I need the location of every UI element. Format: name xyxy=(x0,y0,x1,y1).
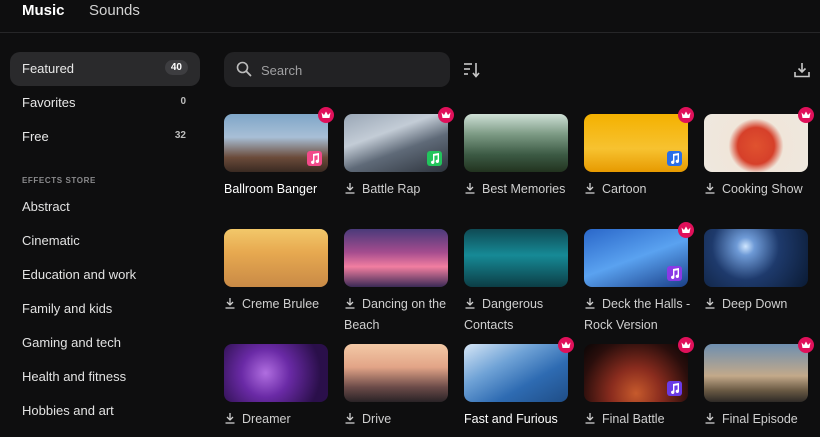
search-box xyxy=(224,52,450,87)
count-badge: 0 xyxy=(180,96,186,107)
track-thumbnail[interactable] xyxy=(704,114,808,172)
track-thumbnail[interactable] xyxy=(584,229,688,287)
track-title: Cooking Show xyxy=(722,182,803,196)
premium-crown-icon xyxy=(438,107,454,123)
premium-crown-icon xyxy=(678,107,694,123)
track-title-row: Deck the Halls - Rock Version xyxy=(584,294,694,336)
track-title: Final Battle xyxy=(602,412,665,426)
music-note-icon xyxy=(427,151,442,166)
top-tab-bar: Music Sounds xyxy=(0,0,820,33)
track-thumbnail[interactable] xyxy=(704,344,808,402)
search-icon xyxy=(236,61,252,77)
download-icon[interactable] xyxy=(344,297,356,309)
track-thumbnail[interactable] xyxy=(584,344,688,402)
track-title: Dreamer xyxy=(242,412,291,426)
track-title-row: Cartoon xyxy=(584,179,724,200)
category-health-and-fitness[interactable]: Health and fitness xyxy=(22,369,126,384)
track-title: Battle Rap xyxy=(362,182,421,196)
music-note-icon xyxy=(667,266,682,281)
premium-crown-icon xyxy=(798,337,814,353)
sidebar-item-label: Favorites xyxy=(22,95,76,110)
track-title-row: Ballroom Banger xyxy=(224,179,364,200)
track-title-row: Final Episode xyxy=(704,409,820,430)
track-title: Best Memories xyxy=(482,182,566,196)
track-thumbnail[interactable] xyxy=(464,114,568,172)
search-input[interactable] xyxy=(261,61,441,79)
premium-crown-icon xyxy=(798,107,814,123)
sidebar-item-label: Free xyxy=(22,129,49,144)
download-icon[interactable] xyxy=(704,412,716,424)
track-thumbnail[interactable] xyxy=(464,344,568,402)
track-title-row: Final Battle xyxy=(584,409,724,430)
category-gaming-and-tech[interactable]: Gaming and tech xyxy=(22,335,121,350)
track-title-row: Fast and Furious xyxy=(464,409,604,430)
track-title-row: Battle Rap xyxy=(344,179,484,200)
download-icon[interactable] xyxy=(704,182,716,194)
track-thumbnail[interactable] xyxy=(344,114,448,172)
track-title: Creme Brulee xyxy=(242,297,320,311)
track-title-row: Drive xyxy=(344,409,484,430)
track-title: Final Episode xyxy=(722,412,798,426)
sidebar-item-label: Featured xyxy=(22,61,75,76)
track-thumbnail[interactable] xyxy=(224,114,328,172)
download-icon[interactable] xyxy=(584,182,596,194)
track-title: Deep Down xyxy=(722,297,788,311)
sidebar-item-featured[interactable]: Featured 40 xyxy=(10,52,200,86)
sidebar-item-favorites[interactable]: Favorites 0 xyxy=(10,86,200,120)
track-title-row: Deep Down xyxy=(704,294,820,315)
music-note-icon xyxy=(667,381,682,396)
track-title-row: Dangerous Contacts xyxy=(464,294,574,336)
track-title: Drive xyxy=(362,412,392,426)
download-icon[interactable] xyxy=(344,412,356,424)
sidebar: Featured 40 Favorites 0 Free 32 EFFECTS … xyxy=(0,34,212,437)
track-thumbnail[interactable] xyxy=(344,229,448,287)
category-abstract[interactable]: Abstract xyxy=(22,199,70,214)
category-education-and-work[interactable]: Education and work xyxy=(22,267,136,282)
track-title: Fast and Furious xyxy=(464,412,558,426)
track-thumbnail[interactable] xyxy=(224,229,328,287)
download-icon[interactable] xyxy=(344,182,356,194)
track-title-row: Cooking Show xyxy=(704,179,820,200)
category-cinematic[interactable]: Cinematic xyxy=(22,233,80,248)
category-family-and-kids[interactable]: Family and kids xyxy=(22,301,112,316)
track-title-row: Dancing on the Beach xyxy=(344,294,454,336)
download-icon[interactable] xyxy=(792,60,812,80)
effects-store-heading: EFFECTS STORE xyxy=(22,176,96,185)
premium-crown-icon xyxy=(678,337,694,353)
track-title-row: Best Memories xyxy=(464,179,604,200)
track-thumbnail[interactable] xyxy=(464,229,568,287)
download-icon[interactable] xyxy=(704,297,716,309)
track-thumbnail[interactable] xyxy=(584,114,688,172)
premium-crown-icon xyxy=(318,107,334,123)
tab-sounds[interactable]: Sounds xyxy=(89,2,140,19)
track-thumbnail[interactable] xyxy=(224,344,328,402)
tab-music[interactable]: Music xyxy=(22,2,65,19)
track-thumbnail[interactable] xyxy=(344,344,448,402)
track-title: Deck the Halls - Rock Version xyxy=(584,297,691,332)
count-badge: 32 xyxy=(174,130,186,141)
download-icon[interactable] xyxy=(464,182,476,194)
music-note-icon xyxy=(307,151,322,166)
download-icon[interactable] xyxy=(464,297,476,309)
track-title: Cartoon xyxy=(602,182,647,196)
download-icon[interactable] xyxy=(584,297,596,309)
track-title: Ballroom Banger xyxy=(224,182,318,196)
sidebar-item-free[interactable]: Free 32 xyxy=(10,120,200,154)
track-title: Dancing on the Beach xyxy=(344,297,447,332)
track-title-row: Dreamer xyxy=(224,409,364,430)
download-icon[interactable] xyxy=(224,297,236,309)
count-badge: 40 xyxy=(164,60,188,75)
download-icon[interactable] xyxy=(224,412,236,424)
premium-crown-icon xyxy=(558,337,574,353)
premium-crown-icon xyxy=(678,222,694,238)
track-thumbnail[interactable] xyxy=(704,229,808,287)
music-note-icon xyxy=(667,151,682,166)
category-hobbies-and-art[interactable]: Hobbies and art xyxy=(22,403,114,418)
track-title-row: Creme Brulee xyxy=(224,294,364,315)
sort-icon[interactable] xyxy=(461,60,481,80)
download-icon[interactable] xyxy=(584,412,596,424)
